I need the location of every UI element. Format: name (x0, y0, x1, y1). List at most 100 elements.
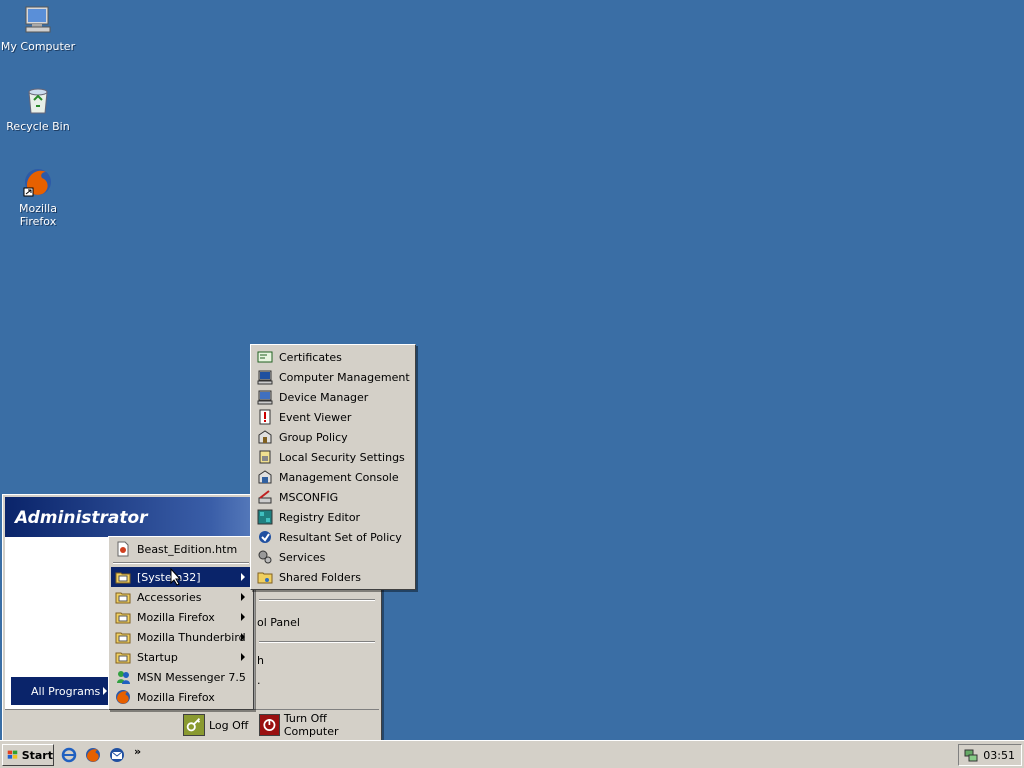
menu-item-label: Certificates (279, 350, 342, 364)
menu-item-registry-editor[interactable]: Registry Editor (253, 507, 413, 527)
menu-separator (259, 641, 375, 643)
rsop-icon (259, 531, 271, 543)
control-panel-label: ol Panel (257, 616, 300, 629)
start-button[interactable]: Start (2, 744, 54, 766)
menu-item-label: Management Console (279, 470, 399, 484)
menu-item-label: Shared Folders (279, 570, 361, 584)
desktop-icon-recycle-bin[interactable]: Recycle Bin (0, 84, 76, 133)
chevron-right-icon (241, 573, 245, 581)
menu-item-label: MSCONFIG (279, 490, 339, 504)
windows-flag-icon (7, 750, 18, 759)
key-icon (183, 714, 205, 736)
run-label: . (257, 674, 261, 687)
group-policy-icon (258, 430, 272, 444)
mouse-cursor-icon (170, 568, 182, 586)
menu-item-services[interactable]: Services (253, 547, 413, 567)
menu-item-label: Registry Editor (279, 510, 361, 524)
menu-item-group-policy[interactable]: Group Policy (253, 427, 413, 447)
menu-separator (111, 559, 251, 567)
menu-item-label: Mozilla Firefox (137, 610, 215, 624)
all-programs-button[interactable]: All Programs (11, 677, 111, 705)
programs-menu: Beast_Edition.htm [System32] Accessories… (108, 536, 254, 710)
management-console-icon (258, 470, 272, 484)
log-off-label: Log Off (209, 718, 249, 732)
event-viewer-icon (259, 409, 271, 425)
menu-item-event-viewer[interactable]: Event Viewer (253, 407, 413, 427)
internet-explorer-icon[interactable] (60, 746, 78, 764)
menu-item-local-security-settings[interactable]: Local Security Settings (253, 447, 413, 467)
msconfig-icon (258, 490, 272, 504)
menu-item-msconfig[interactable]: MSCONFIG (253, 487, 413, 507)
run-item[interactable]: . (255, 673, 379, 693)
control-panel-item[interactable]: ol Panel (255, 613, 379, 633)
menu-item-label: Computer Management (279, 370, 410, 384)
chevron-right-icon (103, 687, 107, 695)
program-folder-icon (115, 652, 131, 664)
desktop-icon-firefox[interactable]: Mozilla Firefox (0, 166, 76, 228)
menu-item-accessories[interactable]: Accessories (111, 587, 251, 607)
menu-item-startup[interactable]: Startup (111, 647, 251, 667)
html-file-icon (117, 541, 129, 557)
menu-item-label: Services (279, 550, 326, 564)
program-folder-icon (115, 612, 131, 624)
chevron-right-icon (241, 593, 245, 601)
desktop-icon-label: Mozilla Firefox (19, 202, 57, 228)
power-icon (259, 714, 280, 736)
system32-menu: Certificates Computer Management Device … (250, 344, 416, 590)
desktop-icon-my-computer[interactable]: My Computer (0, 4, 76, 53)
menu-item-label: Mozilla Thunderbird (137, 630, 246, 644)
menu-item-label: Mozilla Firefox (137, 690, 215, 704)
firefox-icon (116, 690, 130, 704)
firefox-icon (23, 169, 51, 197)
menu-item-label: Event Viewer (279, 410, 352, 424)
program-folder-icon (115, 592, 131, 604)
certificates-icon (257, 351, 273, 363)
menu-item-label: [System32] (137, 570, 201, 584)
quick-launch-overflow-button[interactable]: » (134, 745, 141, 758)
menu-separator (259, 599, 375, 601)
menu-item-beast-edition[interactable]: Beast_Edition.htm (111, 539, 251, 559)
menu-item-shared-folders[interactable]: Shared Folders (253, 567, 413, 587)
menu-item-label: Resultant Set of Policy (279, 530, 402, 544)
turn-off-button[interactable]: Turn Off Computer (259, 712, 379, 738)
taskbar: Start » 03:51 (0, 740, 1024, 768)
menu-item-certificates[interactable]: Certificates (253, 347, 413, 367)
chevron-right-icon (241, 653, 245, 661)
msn-messenger-icon (117, 671, 130, 684)
menu-item-management-console[interactable]: Management Console (253, 467, 413, 487)
all-programs-label: All Programs (31, 684, 101, 698)
menu-item-mozilla-firefox[interactable]: Mozilla Firefox (111, 687, 251, 707)
menu-item-label: Accessories (137, 590, 202, 604)
menu-item-mozilla-firefox-folder[interactable]: Mozilla Firefox (111, 607, 251, 627)
my-computer-icon (25, 6, 51, 33)
system-tray: 03:51 (958, 744, 1022, 766)
thunderbird-icon[interactable] (108, 746, 126, 764)
menu-item-device-manager[interactable]: Device Manager (253, 387, 413, 407)
search-label: h (257, 654, 264, 667)
menu-item-label: Local Security Settings (279, 450, 405, 464)
menu-item-resultant-set-of-policy[interactable]: Resultant Set of Policy (253, 527, 413, 547)
services-icon (258, 550, 272, 564)
clock[interactable]: 03:51 (983, 749, 1015, 762)
menu-item-msn-messenger[interactable]: MSN Messenger 7.5 (111, 667, 251, 687)
menu-item-label: MSN Messenger 7.5 (137, 670, 246, 684)
program-folder-icon (115, 572, 131, 584)
network-icon[interactable] (963, 747, 979, 763)
chevron-right-icon (241, 633, 245, 641)
menu-item-label: Beast_Edition.htm (137, 542, 238, 556)
computer-management-icon (257, 370, 273, 385)
log-off-button[interactable]: Log Off (183, 714, 248, 736)
menu-item-mozilla-thunderbird-folder[interactable]: Mozilla Thunderbird (111, 627, 251, 647)
registry-editor-icon (257, 509, 273, 525)
desktop-icon-label: Recycle Bin (6, 120, 70, 133)
device-manager-icon (257, 390, 273, 405)
search-item[interactable]: h (255, 651, 379, 671)
start-label: Start (21, 748, 53, 762)
menu-item-computer-management[interactable]: Computer Management (253, 367, 413, 387)
menu-item-label: Group Policy (279, 430, 348, 444)
recycle-bin-icon (28, 88, 48, 114)
menu-item-label: Startup (137, 650, 178, 664)
program-folder-icon (115, 632, 131, 644)
local-security-icon (259, 450, 271, 464)
firefox-icon[interactable] (84, 746, 102, 764)
